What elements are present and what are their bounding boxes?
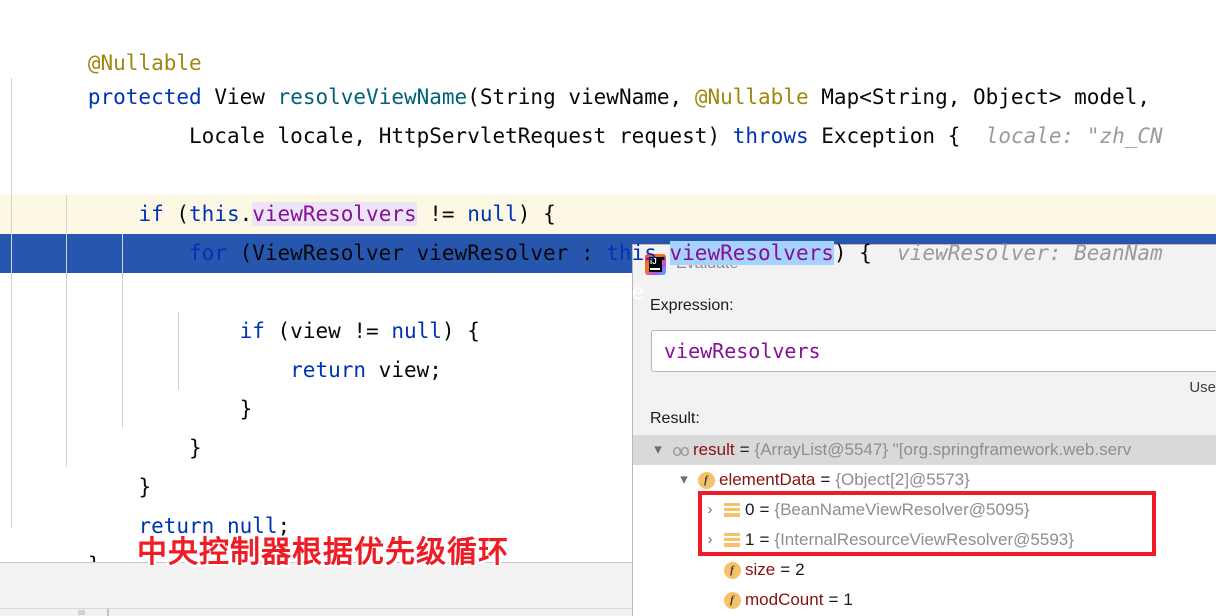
- use-shortcut-hint: Use: [1189, 379, 1216, 396]
- token-string-type: String: [479, 85, 556, 109]
- evaluate-dialog[interactable]: IJ Evaluate Expression: viewResolvers Us…: [632, 244, 1216, 616]
- result-tree[interactable]: ▾ oo result = {ArrayList@5547} "[org.spr…: [633, 435, 1216, 616]
- array-element-icon: [721, 533, 743, 547]
- token-close-brace-4: }: [88, 553, 101, 562]
- equals-sign: =: [820, 470, 831, 489]
- tree-node-value: 1: [843, 590, 853, 609]
- token-view-var-2: view: [290, 319, 341, 343]
- token-map-type: Map<String, Object>: [821, 85, 1062, 109]
- indent-guide-2: [66, 195, 67, 467]
- tree-node-value: {ArrayList@5547} "[org.springframework.w…: [754, 440, 1132, 459]
- token-exception-type: Exception: [821, 124, 936, 148]
- token-protected: protected: [87, 85, 202, 109]
- token-viewresolvers-field: viewResolvers: [252, 202, 417, 226]
- token-nullable-annotation: @Nullable: [87, 51, 202, 75]
- bottom-panel-divider: [0, 608, 632, 609]
- tree-row-size[interactable]: f size = 2: [633, 555, 1216, 585]
- tree-node-name: elementData: [719, 470, 816, 489]
- chevron-down-icon[interactable]: ▾: [673, 465, 695, 495]
- expression-label: Expression:: [650, 297, 734, 314]
- token-resolve-view-name: resolveViewName: [277, 85, 468, 109]
- token-return-keyword: return: [290, 358, 367, 382]
- chinese-annotation-note: 中央控制器根据优先级循环: [137, 535, 509, 570]
- tree-node-name: 0: [745, 500, 755, 519]
- tree-node-value: {Object[2]@5573}: [835, 470, 970, 489]
- expression-input[interactable]: viewResolvers: [651, 330, 1216, 372]
- token-if-keyword-2: if: [239, 319, 265, 343]
- token-viewresolver-var: viewResolver: [416, 241, 569, 265]
- token-view-var: view: [302, 280, 354, 304]
- field-icon: f: [721, 561, 743, 579]
- token-close-brace-2: }: [189, 436, 202, 460]
- array-element-icon: [721, 503, 743, 517]
- tree-node-value: {InternalResourceViewResolver@5593}: [774, 530, 1074, 549]
- token-null-keyword: null: [467, 202, 518, 226]
- token-for-keyword: for: [189, 241, 227, 265]
- tree-node-name: size: [745, 560, 776, 579]
- tree-node-value: 2: [795, 560, 805, 579]
- inlay-hint-viewresolver: viewResolver: BeanNam: [897, 241, 1163, 265]
- token-open-brace: {: [947, 124, 961, 148]
- tree-node-name: modCount: [745, 590, 824, 609]
- bottom-tab-marker[interactable]: [78, 610, 85, 615]
- token-view-type-2: View: [239, 280, 291, 304]
- token-throws: throws: [732, 124, 809, 148]
- equals-sign: =: [759, 530, 770, 549]
- expression-input-value: viewResolvers: [664, 339, 821, 363]
- equals-sign: =: [828, 590, 839, 609]
- token-locale-type: Locale: [189, 124, 265, 148]
- equals-sign: =: [759, 500, 770, 519]
- tree-node-name: 1: [745, 530, 755, 549]
- token-view-name-param: viewName: [568, 85, 670, 109]
- token-httpservletrequest-type: HttpServletRequest: [378, 124, 607, 148]
- token-viewresolver-var-2: viewResolver: [391, 280, 544, 304]
- tree-row-result[interactable]: ▾ oo result = {ArrayList@5547} "[org.spr…: [633, 435, 1216, 465]
- inlay-hint-locale: locale: "zh_CN: [985, 124, 1163, 148]
- result-label: Result:: [650, 410, 700, 427]
- token-view-type: View: [214, 85, 265, 109]
- token-null-keyword-2: null: [391, 319, 442, 343]
- equals-sign: =: [739, 440, 750, 459]
- token-if-keyword: if: [138, 202, 164, 226]
- tree-row-modcount[interactable]: f modCount = 1: [633, 585, 1216, 615]
- code-line-annotation[interactable]: @Nullable: [0, 0, 1216, 75]
- token-this-keyword: this: [189, 202, 240, 226]
- token-this-keyword-2: this: [606, 241, 657, 265]
- token-close-brace-1: }: [239, 397, 253, 421]
- token-locale-param: locale,: [277, 124, 367, 148]
- field-icon: f: [695, 471, 717, 489]
- tree-node-value: {BeanNameViewResolver@5095}: [774, 500, 1030, 519]
- token-request-param: request): [618, 124, 721, 148]
- tree-row-index-1[interactable]: › 1 = {InternalResourceViewResolver@5593…: [633, 525, 1216, 555]
- token-close-brace-3: }: [138, 475, 152, 499]
- token-model-param: model,: [1074, 85, 1151, 109]
- token-viewresolver-type: ViewResolver: [252, 241, 404, 265]
- bottom-tab-separator: [107, 609, 109, 616]
- chevron-down-icon[interactable]: ▾: [647, 435, 669, 465]
- code-line-if-viewresolvers[interactable]: if (this.viewResolvers != null) {: [0, 156, 1216, 226]
- field-icon: f: [721, 591, 743, 609]
- tree-node-name: result: [693, 440, 735, 459]
- token-nullable-param: @Nullable: [694, 85, 809, 109]
- chevron-right-icon[interactable]: ›: [699, 525, 721, 555]
- chevron-right-icon[interactable]: ›: [699, 495, 721, 525]
- equals-sign: =: [780, 560, 791, 579]
- tree-row-index-0[interactable]: › 0 = {BeanNameViewResolver@5095}: [633, 495, 1216, 525]
- tree-row-elementdata[interactable]: ▾ f elementData = {Object[2]@5573}: [633, 465, 1216, 495]
- token-view-var-3: view: [378, 358, 430, 382]
- token-viewresolvers-selected: viewResolvers: [669, 241, 834, 265]
- screen-root: @Nullable protected View resolveViewName…: [0, 0, 1216, 616]
- watch-oo-icon: oo: [672, 440, 690, 460]
